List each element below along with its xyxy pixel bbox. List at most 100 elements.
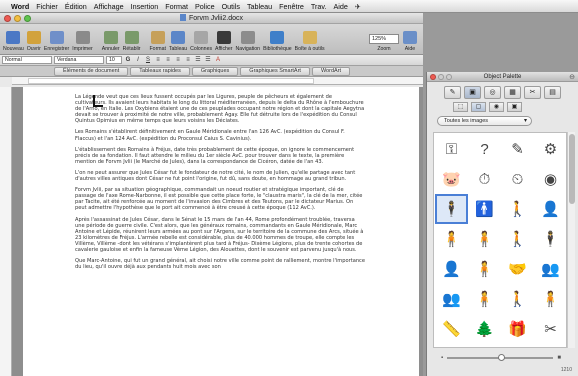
document-paragraph[interactable]: L'établissement des Romains à Fréjus, da… (75, 147, 365, 165)
person-icon[interactable]: 🚶 (501, 224, 534, 254)
person-icon[interactable]: 🧍 (468, 284, 501, 314)
gear-icon[interactable]: ⚙ (534, 134, 567, 164)
format-button-8[interactable]: ☰ (204, 56, 212, 64)
palette-collapse-icon[interactable]: ⊖ (569, 73, 575, 81)
slider-knob[interactable] (498, 354, 506, 361)
help-button[interactable]: Aide (403, 31, 417, 52)
toolbar-button-7[interactable]: Tableau (169, 31, 187, 52)
toolbar-button-9[interactable]: Afficher (215, 31, 233, 52)
person-suit-icon[interactable]: 👤 (534, 194, 567, 224)
document-paragraph[interactable]: Forvm Jvlii, par sa situation géographiq… (75, 187, 365, 211)
menu-item-10[interactable]: Trav. (311, 2, 327, 11)
toolbar-button-11[interactable]: Bibliothèque (263, 31, 292, 52)
person-standing-icon[interactable]: 🚹 (468, 194, 501, 224)
format-button-4[interactable]: ≡ (164, 56, 172, 64)
menu-item-4[interactable]: Insertion (131, 2, 159, 11)
question-mark-icon[interactable]: ? (468, 134, 501, 164)
toolbar-button-12[interactable]: Boîte à outils (295, 31, 325, 52)
minimize-button[interactable] (14, 15, 21, 22)
palette-subtab-3[interactable]: ▣ (507, 102, 522, 112)
ribbon-tab-3[interactable]: Graphiques SmartArt (240, 66, 310, 76)
ribbon-tab-2[interactable]: Graphiques (191, 66, 239, 76)
palette-subtab-2[interactable]: ◉ (489, 102, 504, 112)
palette-tab-0[interactable]: ✎ (444, 85, 461, 99)
format-button-3[interactable]: ≡ (154, 56, 162, 64)
menu-item-11[interactable]: Aide (333, 2, 347, 11)
zoom-button[interactable] (24, 15, 31, 22)
palette-subtab-1[interactable]: ▢ (471, 102, 486, 112)
person-icon[interactable]: 🧍 (468, 254, 501, 284)
font-size-select[interactable]: 10 (106, 56, 122, 64)
scissors-icon[interactable]: ✂ (534, 314, 567, 344)
menu-item-8[interactable]: Tableau (247, 2, 272, 11)
stopwatch-icon[interactable]: ⏱ (468, 164, 501, 194)
zoom-control[interactable]: 125% Zoom (369, 34, 399, 52)
palette-close-button[interactable] (430, 74, 436, 80)
palette-zoom-button[interactable] (446, 74, 452, 80)
person-icon[interactable]: 🚶 (501, 284, 534, 314)
menu-item-3[interactable]: Affichage (94, 2, 124, 11)
document-paragraph[interactable]: L'on ne peut assurer que Jules César fut… (75, 170, 365, 182)
menu-item-6[interactable]: Police (195, 2, 215, 11)
font-select[interactable]: Verdana (54, 56, 104, 64)
format-button-5[interactable]: ≡ (174, 56, 182, 64)
palette-tab-4[interactable]: ✂ (524, 85, 541, 99)
toolbar-button-6[interactable]: Format (150, 31, 166, 52)
thumbnail-size-slider[interactable]: ▪ ■ (441, 353, 561, 363)
palette-tab-3[interactable]: ▦ (504, 85, 521, 99)
menu-item-5[interactable]: Format (165, 2, 188, 11)
toolbar-button-8[interactable]: Colonnes (190, 31, 212, 52)
palette-titlebar[interactable]: Object Palette ⊖ (427, 72, 578, 82)
pencil-icon[interactable]: ✎ (501, 134, 534, 164)
format-button-7[interactable]: ☰ (194, 56, 202, 64)
gift-icon[interactable]: 🎁 (501, 314, 534, 344)
palette-tab-2[interactable]: ◎ (484, 85, 501, 99)
format-button-2[interactable]: S (144, 56, 152, 64)
handshake-icon[interactable]: 🤝 (501, 254, 534, 284)
format-button-1[interactable]: I (134, 56, 142, 64)
format-button-9[interactable]: A (214, 56, 222, 64)
key-icon[interactable]: ⚿ (435, 134, 468, 164)
palette-tab-5[interactable]: ▤ (544, 85, 561, 99)
menu-item-7[interactable]: Outils (222, 2, 240, 11)
palette-scrollbar[interactable] (567, 132, 575, 348)
menu-item-12[interactable]: ✈ (355, 2, 361, 11)
document-paragraph[interactable]: La Légende veut que ces lieux fussent oc… (75, 94, 365, 124)
person-icon[interactable]: 🧍 (435, 224, 468, 254)
document-paragraph[interactable]: Après l'assassinat de Jules César, dans … (75, 217, 365, 254)
menu-item-0[interactable]: Word (11, 2, 29, 11)
businessman-icon[interactable]: 🕴 (435, 194, 468, 224)
menu-item-2[interactable]: Édition (65, 2, 87, 11)
toolbar-button-3[interactable]: Imprimer (72, 31, 93, 52)
ribbon-tab-4[interactable]: WordArt (311, 66, 351, 76)
menu-item-1[interactable]: Fichier (36, 2, 58, 11)
person-walking-icon[interactable]: 🚶 (501, 194, 534, 224)
style-select[interactable]: Normal (2, 56, 52, 64)
toolbar-button-10[interactable]: Navigation (236, 31, 260, 52)
toolbar-button-0[interactable]: Nouveau (3, 31, 24, 52)
ruler-icon[interactable]: 📏 (435, 314, 468, 344)
close-button[interactable] (4, 15, 11, 22)
document-page[interactable]: La Légende veut que ces lieux fussent oc… (23, 87, 419, 376)
group-icon[interactable]: 👥 (435, 284, 468, 314)
zoom-value[interactable]: 125% (369, 34, 399, 44)
document-paragraph[interactable]: Que Marc-Antoine, qui fut un grand génér… (75, 258, 365, 270)
person-icon[interactable]: 🧍 (534, 284, 567, 314)
format-button-0[interactable]: G (124, 56, 132, 64)
menu-item-9[interactable]: Fenêtre (279, 2, 304, 11)
ribbon-tab-1[interactable]: Tableaux rapides (130, 66, 190, 76)
format-button-6[interactable]: ≡ (184, 56, 192, 64)
vertical-ruler[interactable] (0, 87, 12, 376)
document-paragraph[interactable]: Les Romains s'établirent définitivement … (75, 129, 365, 141)
toolbar-button-1[interactable]: Ouvrir (27, 31, 41, 52)
buttons-icon[interactable]: ◉ (534, 164, 567, 194)
ribbon-tab-0[interactable]: Éléments de document (54, 66, 129, 76)
palette-tab-1[interactable]: ▣ (464, 85, 481, 99)
horizontal-ruler[interactable] (12, 77, 423, 85)
toolbar-button-5[interactable]: Rétablir (123, 31, 141, 52)
people-icon[interactable]: 👥 (534, 254, 567, 284)
person-icon[interactable]: 🕴 (534, 224, 567, 254)
scroll-thumb[interactable] (569, 134, 575, 204)
piggy-bank-icon[interactable]: 🐷 (435, 164, 468, 194)
palette-minimize-button[interactable] (438, 74, 444, 80)
